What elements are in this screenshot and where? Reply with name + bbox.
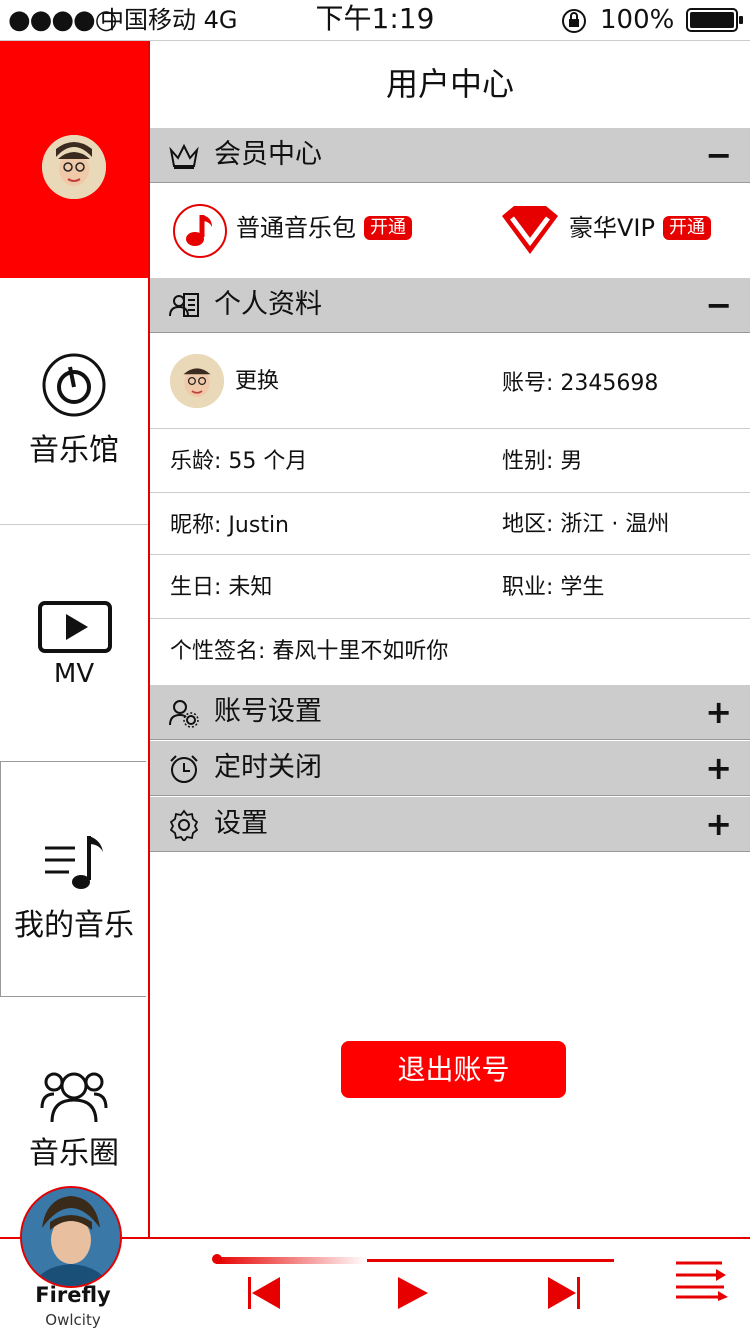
collapse-icon[interactable]: − [705,278,732,332]
region-field: 地区: 浙江 · 温州 [502,512,670,537]
music-pack-icon [172,203,228,259]
expand-icon[interactable]: + [705,741,732,795]
player-bar: Firefly Owlcity [0,1186,750,1336]
divider [150,428,750,429]
vip-option[interactable]: 豪华VIP 开通 [569,214,711,242]
collapse-icon[interactable]: − [705,128,732,182]
vip-diamond-icon [500,204,560,256]
profile-avatar[interactable] [170,354,224,408]
expand-icon[interactable]: + [705,797,732,851]
sidebar-item-music-circle[interactable]: 音乐圈 [0,998,148,1178]
divider [150,492,750,493]
user-face-icon [42,135,106,199]
section-member-center[interactable]: 会员中心 − [150,128,750,183]
normal-pack-open-button[interactable]: 开通 [364,216,412,240]
gender-field: 性别: 男 [502,449,583,474]
clock-icon [170,755,198,783]
vip-label: 豪华VIP [569,214,655,242]
section-title: 账号设置 [214,696,322,727]
rotation-lock-icon [562,9,586,33]
logout-button[interactable]: 退出账号 [341,1041,566,1098]
birthday-field: 生日: 未知 [170,575,273,600]
sidebar-avatar[interactable] [42,135,106,199]
account-value: 2345698 [560,371,659,396]
artist-name: Owlcity [45,1311,101,1329]
section-title: 会员中心 [214,139,322,170]
vip-open-button[interactable]: 开通 [662,216,711,240]
music-list-icon [45,836,103,889]
change-avatar-button[interactable]: 更换 [235,368,279,396]
sidebar-item-my-music[interactable]: 我的音乐 [0,761,146,997]
sidebar-item-label: 音乐圈 [29,1136,119,1171]
divider [150,554,750,555]
sidebar-item-label: MV [53,659,95,689]
battery-icon [686,8,743,32]
previous-icon[interactable] [246,1275,282,1311]
job-field: 职业: 学生 [502,575,605,600]
normal-pack-label: 普通音乐包 [236,214,356,242]
play-screen-icon [38,601,112,653]
section-profile[interactable]: 个人资料 − [150,278,750,333]
profile-card-icon [169,293,199,317]
age-field: 乐龄: 55 个月 [170,449,308,474]
gear-icon [169,809,199,841]
divider [150,618,750,619]
signature-field: 个性签名: 春风十里不如听你 [170,639,449,664]
sidebar-item-label: 我的音乐 [14,908,134,943]
sidebar-item-mv[interactable]: MV [0,525,148,761]
disc-icon [42,353,106,417]
group-icon [40,1072,108,1123]
expand-icon[interactable]: + [705,685,732,739]
battery-percent: 100% [600,5,675,35]
progress-played [216,1257,368,1264]
page-title: 用户中心 [385,65,514,103]
song-title: Firefly [35,1283,111,1307]
section-sleep-timer[interactable]: 定时关闭 + [150,741,750,796]
account-label: 账号: 2345698 [502,371,659,396]
now-playing-cover[interactable] [20,1186,122,1288]
status-bar: ●●●●○ 中国移动 4G 下午1:19 100% [0,0,750,41]
next-icon[interactable] [546,1275,582,1311]
crown-icon [169,143,199,169]
nickname-field: 昵称: Justin [170,513,289,538]
sidebar-user-panel[interactable] [0,41,148,278]
play-icon[interactable] [396,1275,430,1311]
user-face-icon [170,354,224,408]
section-settings[interactable]: 设置 + [150,797,750,852]
section-account-settings[interactable]: 账号设置 + [150,685,750,740]
artist-photo [22,1188,120,1286]
sidebar-item-music-hall[interactable]: 音乐馆 [0,279,148,524]
sidebar: 音乐馆 MV 我的音乐 音乐圈 [0,41,150,1237]
user-gear-icon [169,700,199,728]
section-title: 设置 [214,808,268,839]
playlist-icon[interactable] [674,1259,728,1301]
section-title: 定时关闭 [214,752,322,783]
progress-knob[interactable] [212,1254,222,1264]
section-title: 个人资料 [214,289,322,320]
sidebar-item-label: 音乐馆 [29,433,119,468]
normal-pack-option[interactable]: 普通音乐包 开通 [236,214,412,242]
